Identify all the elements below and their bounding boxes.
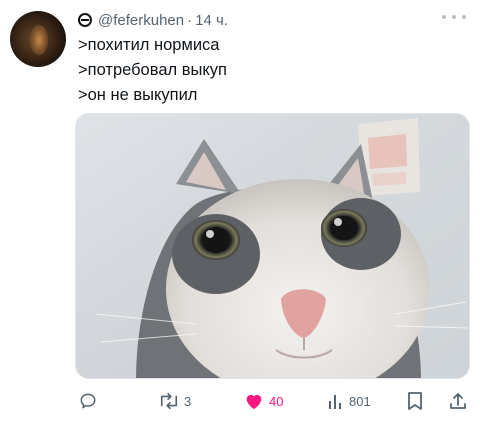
reply-button[interactable]	[78, 384, 98, 418]
tweet-header: @feferkuhen · 14 ч.	[78, 10, 228, 30]
user-handle[interactable]: @feferkuhen	[98, 12, 184, 29]
like-button[interactable]: 40	[243, 384, 283, 418]
share-icon	[450, 393, 466, 409]
retweet-count: 3	[184, 393, 192, 409]
tweet-card[interactable]: @feferkuhen · 14 ч. >похитил нормиса >по…	[0, 0, 480, 424]
bar-chart-icon	[329, 395, 341, 409]
bookmark-button[interactable]	[406, 384, 424, 418]
retweet-button[interactable]: 3	[158, 384, 191, 418]
header-separator: ·	[187, 11, 193, 29]
heart-icon	[246, 394, 262, 410]
views-count: 801	[349, 393, 371, 409]
tweet-text: >похитил нормиса >потребовал выкуп >он н…	[78, 33, 227, 108]
tweet-photo[interactable]	[75, 113, 470, 379]
views-button[interactable]: 801	[327, 384, 371, 418]
tweet-line: >потребовал выкуп	[78, 61, 227, 79]
retweet-icon	[160, 392, 178, 410]
tweet-actions: 3 40 801	[0, 384, 480, 418]
more-options-icon[interactable]	[442, 10, 466, 24]
cat-photo-icon	[76, 114, 469, 378]
display-name-symbol[interactable]	[78, 13, 92, 27]
avatar[interactable]	[10, 11, 66, 67]
share-button[interactable]	[448, 384, 468, 418]
tweet-line: >он не выкупил	[78, 86, 198, 104]
tweet-line: >похитил нормиса	[78, 36, 220, 54]
reply-icon	[80, 393, 96, 409]
bookmark-icon	[408, 392, 422, 410]
tweet-time[interactable]: 14 ч.	[195, 12, 228, 29]
like-count: 40	[269, 393, 284, 409]
avatar-candle-glow	[30, 25, 48, 55]
